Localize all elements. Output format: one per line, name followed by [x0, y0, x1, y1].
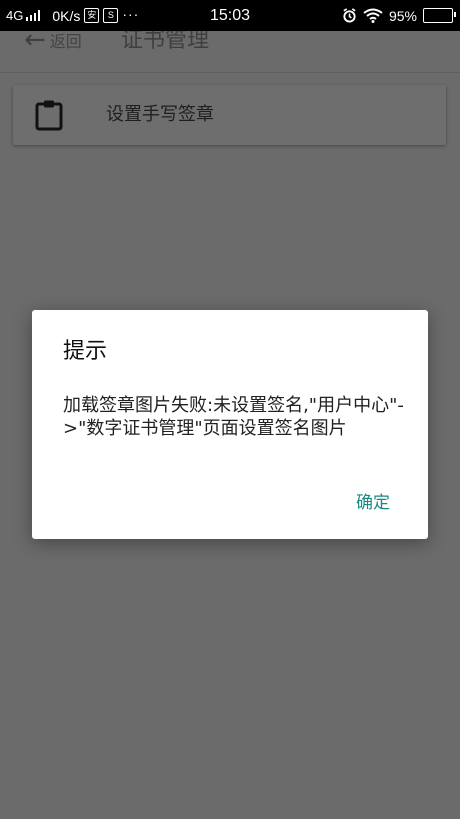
- clipboard-icon: [35, 100, 63, 131]
- dialog-message: 加载签章图片失败:未设置签名,"用户中心"->"数字证书管理"页面设置签名图片: [63, 395, 404, 439]
- confirm-button[interactable]: 确定: [356, 490, 390, 516]
- battery-icon: [423, 8, 456, 23]
- status-bar: 4G 0K/s 安 S ··· 15:03 95%: [0, 0, 460, 31]
- page-title: 证书管理: [121, 31, 210, 53]
- back-arrow-icon: ←: [24, 31, 46, 55]
- alarm-icon: [343, 8, 356, 23]
- back-label: 返回: [49, 32, 82, 51]
- back-button[interactable]: ← 返回: [24, 31, 82, 55]
- status-right-group: 95%: [342, 0, 456, 31]
- wifi-icon: [363, 8, 383, 23]
- card-label: 设置手写签章: [106, 104, 214, 125]
- app-bar: ← 返回 证书管理: [0, 31, 460, 73]
- set-handwritten-signature-card[interactable]: 设置手写签章: [13, 85, 446, 145]
- dialog-title: 提示: [63, 339, 108, 364]
- battery-percent: 95%: [388, 7, 417, 24]
- alert-dialog: 提示 加载签章图片失败:未设置签名,"用户中心"->"数字证书管理"页面设置签名…: [32, 310, 428, 539]
